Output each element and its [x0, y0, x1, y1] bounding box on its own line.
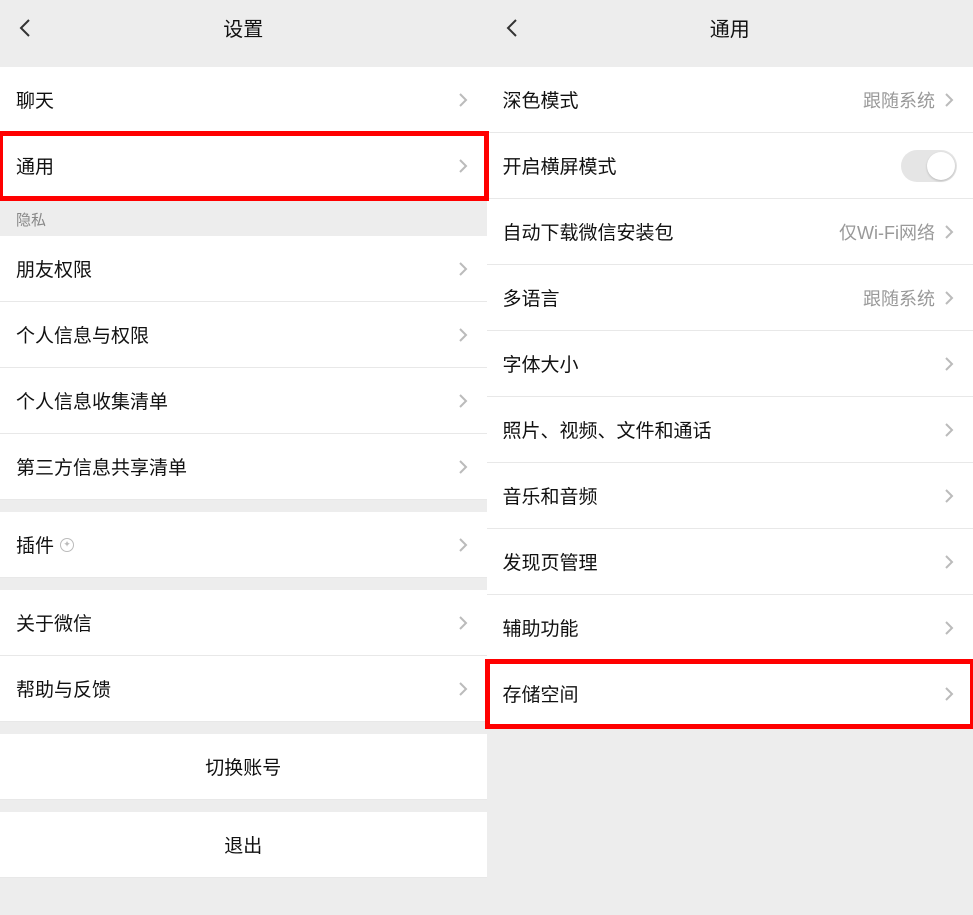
chevron-right-icon	[455, 92, 471, 108]
chevron-right-icon	[941, 554, 957, 570]
chevron-right-icon	[455, 327, 471, 343]
row-media-label: 照片、视频、文件和通话	[503, 416, 942, 443]
row-storage[interactable]: 存储空间	[487, 661, 973, 727]
chevron-right-icon	[455, 261, 471, 277]
chevron-left-icon	[14, 16, 38, 40]
row-font-size[interactable]: 字体大小	[487, 331, 973, 397]
chevron-right-icon	[941, 620, 957, 636]
row-auto-download[interactable]: 自动下载微信安装包 仅Wi-Fi网络	[487, 199, 973, 265]
row-storage-label: 存储空间	[503, 680, 942, 707]
row-accessibility[interactable]: 辅助功能	[487, 595, 973, 661]
settings-pane: 设置 聊天 通用 隐私 朋友权限 个人信息与权限 个人信息收集清单 第三方信息共…	[0, 0, 487, 915]
chevron-right-icon	[455, 615, 471, 631]
chevron-right-icon	[941, 290, 957, 306]
row-general-label: 通用	[16, 152, 455, 179]
general-pane: 通用 深色模式 跟随系统 开启横屏模式 自动下载微信安装包 仅Wi-Fi网络 多…	[487, 0, 973, 915]
row-media[interactable]: 照片、视频、文件和通话	[487, 397, 973, 463]
row-third-party-share-label: 第三方信息共享清单	[16, 453, 455, 480]
row-personal-info-permissions[interactable]: 个人信息与权限	[0, 302, 487, 368]
row-plugins-label: 插件 ✦	[16, 531, 455, 558]
chevron-right-icon	[455, 158, 471, 174]
row-multilang[interactable]: 多语言 跟随系统	[487, 265, 973, 331]
back-button-right[interactable]	[501, 16, 525, 40]
chevron-right-icon	[941, 488, 957, 504]
row-multilang-label: 多语言	[503, 284, 864, 311]
settings-title: 设置	[223, 13, 263, 42]
chevron-right-icon	[455, 393, 471, 409]
row-logout[interactable]: 退出	[0, 812, 487, 878]
row-chat-label: 聊天	[16, 86, 455, 113]
row-music-label: 音乐和音频	[503, 482, 942, 509]
lightbulb-icon: ✦	[60, 538, 74, 552]
chevron-right-icon	[941, 422, 957, 438]
row-auto-download-label: 自动下载微信安装包	[503, 218, 840, 245]
back-button-left[interactable]	[14, 16, 38, 40]
row-plugins-text: 插件	[16, 531, 54, 558]
chevron-right-icon	[941, 92, 957, 108]
row-general[interactable]: 通用	[0, 133, 487, 199]
row-discover-label: 发现页管理	[503, 548, 942, 575]
row-personal-info-list-label: 个人信息收集清单	[16, 387, 455, 414]
chevron-right-icon	[941, 356, 957, 372]
row-personal-info-permissions-label: 个人信息与权限	[16, 321, 455, 348]
row-switch-account-label: 切换账号	[205, 753, 281, 780]
chevron-left-icon	[501, 16, 525, 40]
general-title: 通用	[710, 13, 750, 42]
chevron-right-icon	[941, 686, 957, 702]
row-music[interactable]: 音乐和音频	[487, 463, 973, 529]
chevron-right-icon	[455, 537, 471, 553]
row-friend-permissions[interactable]: 朋友权限	[0, 236, 487, 302]
row-multilang-value: 跟随系统	[863, 285, 935, 311]
row-accessibility-label: 辅助功能	[503, 614, 942, 641]
row-friend-permissions-label: 朋友权限	[16, 255, 455, 282]
row-personal-info-list[interactable]: 个人信息收集清单	[0, 368, 487, 434]
row-dark-mode-label: 深色模式	[503, 86, 864, 113]
row-chat[interactable]: 聊天	[0, 67, 487, 133]
row-discover[interactable]: 发现页管理	[487, 529, 973, 595]
settings-header: 设置	[0, 0, 487, 55]
row-font-size-label: 字体大小	[503, 350, 942, 377]
row-about-label: 关于微信	[16, 609, 455, 636]
row-help-label: 帮助与反馈	[16, 675, 455, 702]
row-help[interactable]: 帮助与反馈	[0, 656, 487, 722]
row-switch-account[interactable]: 切换账号	[0, 734, 487, 800]
chevron-right-icon	[941, 224, 957, 240]
row-plugins[interactable]: 插件 ✦	[0, 512, 487, 578]
row-dark-mode[interactable]: 深色模式 跟随系统	[487, 67, 973, 133]
row-landscape-mode: 开启横屏模式	[487, 133, 973, 199]
row-logout-label: 退出	[224, 831, 262, 858]
chevron-right-icon	[455, 681, 471, 697]
row-auto-download-value: 仅Wi-Fi网络	[839, 219, 935, 245]
chevron-right-icon	[455, 459, 471, 475]
landscape-toggle[interactable]	[901, 150, 957, 182]
row-third-party-share[interactable]: 第三方信息共享清单	[0, 434, 487, 500]
row-dark-mode-value: 跟随系统	[863, 87, 935, 113]
row-landscape-label: 开启横屏模式	[503, 152, 902, 179]
privacy-section-header: 隐私	[0, 199, 487, 236]
row-about[interactable]: 关于微信	[0, 590, 487, 656]
general-header: 通用	[487, 0, 973, 55]
